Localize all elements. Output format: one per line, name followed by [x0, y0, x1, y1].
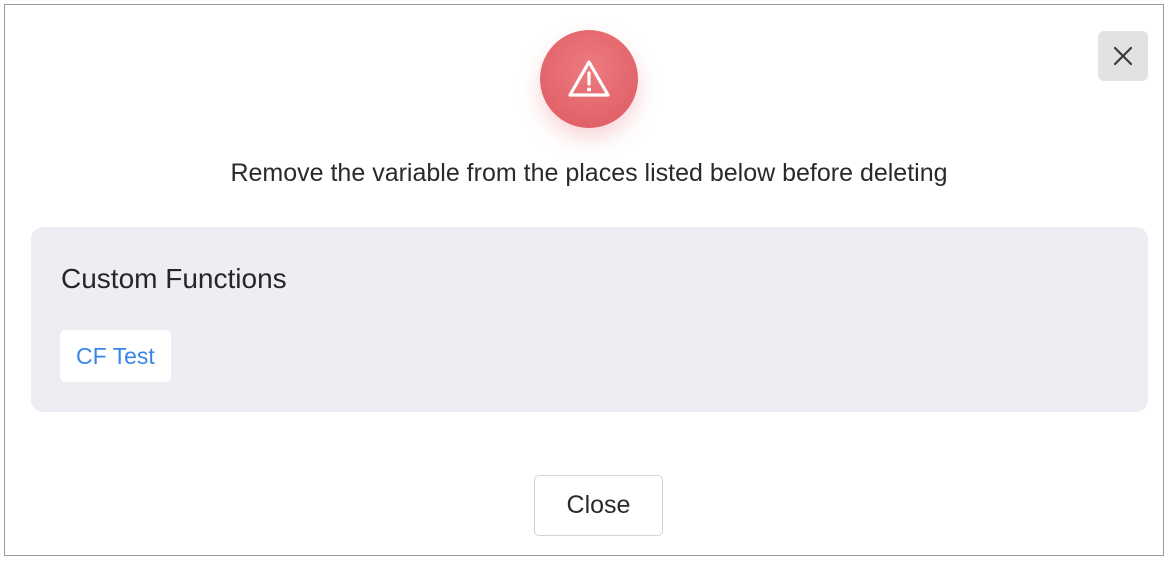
warning-triangle-icon [568, 60, 610, 97]
close-icon [1113, 46, 1133, 66]
usage-panel: Custom Functions CF Test [31, 227, 1148, 412]
dialog-close-x-button[interactable] [1098, 31, 1148, 81]
delete-variable-dialog: Remove the variable from the places list… [4, 4, 1164, 556]
close-button[interactable]: Close [534, 475, 663, 536]
usage-section-heading: Custom Functions [61, 263, 287, 294]
warning-badge [540, 30, 638, 128]
usage-item-link[interactable]: CF Test [60, 330, 171, 382]
dialog-message: Remove the variable from the places list… [230, 159, 948, 187]
